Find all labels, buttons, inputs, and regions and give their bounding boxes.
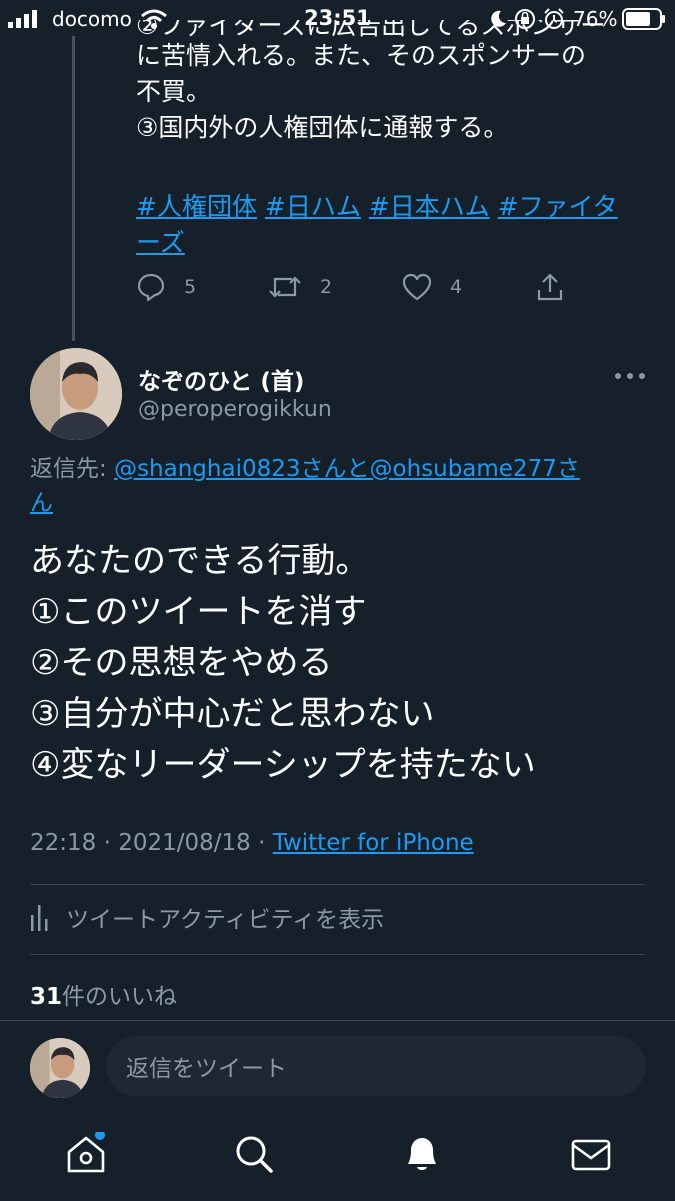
divider (30, 884, 645, 885)
current-user-avatar[interactable] (30, 1038, 90, 1098)
retweet-icon (269, 276, 301, 298)
tweet-meta: 22:18 · 2021/08/18 · Twitter for iPhone (30, 830, 474, 856)
display-name[interactable]: なぞのひと (首) (138, 362, 304, 396)
like-count: 4 (450, 276, 463, 298)
likes-label: 件のいいね (62, 984, 178, 1010)
previous-tweet-actions: 5 2 4 (136, 270, 566, 304)
reply-button[interactable]: 5 (136, 270, 196, 304)
hashtag-link[interactable]: #人権団体 (136, 192, 257, 221)
tweet-body-line: ①このツイートを消す (30, 592, 367, 632)
retweet-count: 2 (320, 276, 333, 298)
share-icon (537, 273, 563, 301)
reply-input[interactable]: 返信をツイート (106, 1036, 646, 1096)
tweet-source-link[interactable]: Twitter for iPhone (273, 830, 474, 856)
reply-placeholder: 返信をツイート (126, 1056, 287, 1082)
tweet-body-line: ②その思想をやめる (30, 643, 333, 683)
profile-photo-icon (30, 348, 122, 440)
share-button[interactable] (536, 270, 582, 304)
more-options-icon[interactable] (612, 364, 648, 388)
tweet-body: あなたのできる行動。 ①このツイートを消す ②その思想をやめる ③自分が中心だと… (30, 536, 650, 791)
previous-tweet-hashtags: #人権団体 #日ハム #日本ハム #ファイタ ーズ (136, 189, 656, 261)
thread-connector-line (72, 36, 75, 341)
hashtag-link-continued[interactable]: ーズ (136, 228, 185, 257)
notifications-icon[interactable] (400, 1132, 444, 1176)
previous-tweet-line: 不買。 (136, 77, 212, 106)
tweet-body-line: あなたのできる行動。 (30, 541, 370, 581)
previous-tweet-clipped-line: ②ファイターズに広告出してるスポンサー (136, 20, 606, 40)
previous-tweet-text[interactable]: ②ファイターズに広告出してるスポンサー に苦情入れる。また、そのスポンサーの 不… (136, 20, 656, 146)
tweet-activity-label: ツイートアクティビティを表示 (66, 907, 385, 933)
previous-tweet-line: ③国内外の人権団体に通報する。 (136, 113, 509, 142)
reply-to-link[interactable]: @ohsubame277さ (370, 456, 580, 482)
reply-to-label: 返信先: (30, 456, 115, 482)
retweet-button[interactable]: 2 (268, 270, 332, 304)
tweet-timestamp: 22:18 · 2021/08/18 · (30, 830, 273, 856)
messages-icon[interactable] (569, 1132, 613, 1176)
like-button[interactable]: 4 (402, 270, 462, 304)
reply-to-line: 返信先: @shanghai0823さんと@ohsubame277さ ん (30, 452, 640, 520)
profile-photo-icon (30, 1038, 90, 1098)
home-icon[interactable] (64, 1132, 108, 1176)
likes-number: 31 (30, 984, 63, 1010)
reply-icon (137, 273, 165, 302)
search-icon[interactable] (232, 1132, 276, 1176)
analytics-icon (31, 905, 48, 931)
heart-icon (402, 273, 432, 301)
hashtag-link[interactable]: #日ハム (265, 192, 361, 221)
avatar[interactable] (30, 348, 122, 440)
hashtag-link[interactable]: #日本ハム (369, 192, 490, 221)
tweet-body-line: ④変なリーダーシップを持たない (30, 745, 536, 785)
reply-to-link[interactable]: @shanghai0823さんと (114, 456, 369, 482)
reply-count: 5 (184, 276, 197, 298)
reply-to-link-continued[interactable]: ん (30, 490, 53, 516)
likes-count-link[interactable]: 31件のいいね (30, 977, 177, 1011)
divider (30, 954, 645, 955)
user-handle[interactable]: @peroperogikkun (138, 397, 332, 422)
tweet-activity-button[interactable]: ツイートアクティビティを表示 (30, 900, 384, 934)
tweet-body-line: ③自分が中心だと思わない (30, 694, 435, 734)
hashtag-link[interactable]: #ファイタ (498, 192, 618, 221)
